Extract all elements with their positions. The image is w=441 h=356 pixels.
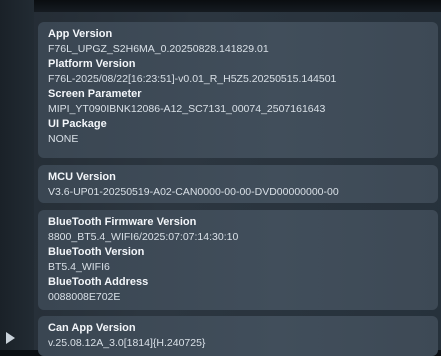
bt-firmware-label: BlueTooth Firmware Version [48, 216, 197, 228]
bezel [0, 0, 441, 12]
version-card-mcu: MCU Version V3.6-UP01-20250519-A02-CAN00… [38, 165, 438, 203]
can-app-version-label: Can App Version [48, 322, 136, 334]
platform-version-value: F76L-2025/08/22[16:23:51]-v0.01_R_H5Z5.2… [48, 73, 337, 85]
platform-version-label: Platform Version [48, 58, 136, 70]
screen-parameter-label: Screen Parameter [48, 88, 142, 100]
play-arrow-icon[interactable] [6, 332, 15, 344]
ui-package-value: NONE [48, 133, 79, 145]
screen-parameter-value: MIPI_YT090IBNK12086-A12_SC7131_00074_250… [48, 103, 326, 115]
app-version-value: F76L_UPGZ_S2H6MA_0.20250828.141829.01 [48, 43, 269, 55]
bt-address-value: 0088008E702E [48, 291, 121, 303]
bt-address-label: BlueTooth Address [48, 276, 149, 288]
bt-firmware-value: 8800_BT5.4_WIFI6/2025:07:07:14:30:10 [48, 231, 239, 243]
version-card-can: Can App Version v.25.08.12A_3.0[1814]{H.… [38, 316, 438, 356]
ui-package-label: UI Package [48, 118, 107, 130]
version-card-bluetooth: BlueTooth Firmware Version 8800_BT5.4_WI… [38, 210, 438, 310]
version-card-app: App Version F76L_UPGZ_S2H6MA_0.20250828.… [38, 22, 438, 158]
bt-version-label: BlueTooth Version [48, 246, 145, 258]
left-strip [0, 0, 34, 350]
can-app-version-value: v.25.08.12A_3.0[1814]{H.240725} [48, 337, 206, 349]
bt-version-value: BT5.4_WIFI6 [48, 261, 110, 273]
app-version-label: App Version [48, 28, 113, 40]
mcu-version-value: V3.6-UP01-20250519-A02-CAN0000-00-00-DVD… [48, 186, 339, 198]
mcu-version-label: MCU Version [48, 171, 116, 183]
